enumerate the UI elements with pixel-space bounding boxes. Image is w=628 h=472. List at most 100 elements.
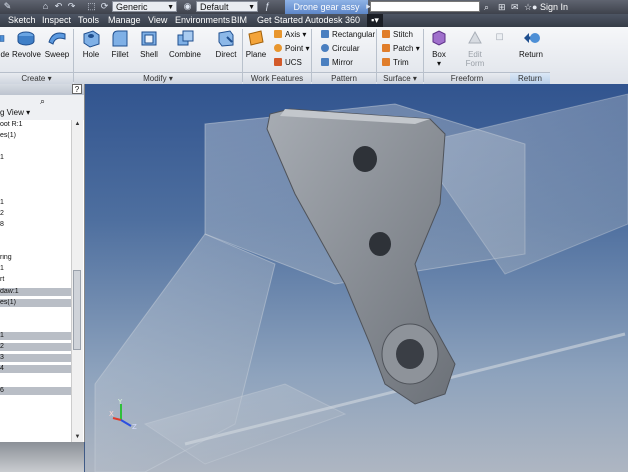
- return-button[interactable]: Return: [514, 28, 548, 59]
- extrude-button[interactable]: de: [0, 28, 10, 59]
- freeform-panel-title: Freeform: [424, 72, 510, 84]
- material-combo[interactable]: Default ▼: [196, 1, 258, 12]
- browser-tree-item[interactable]: 1: [0, 199, 71, 207]
- binoculars-icon[interactable]: ⌕: [484, 1, 489, 13]
- return-panel-title: Return: [510, 72, 550, 84]
- browser-tree-item[interactable]: 2: [0, 210, 71, 218]
- document-title-tab[interactable]: Drone gear assy: [285, 0, 368, 14]
- tab-bim[interactable]: BIM: [231, 14, 247, 27]
- tab-sketch[interactable]: Sketch: [8, 14, 36, 27]
- tab-tools[interactable]: Tools: [78, 14, 99, 27]
- browser-tree-item[interactable]: oot R:1: [0, 121, 71, 129]
- favorites-star-icon[interactable]: ☆: [524, 1, 532, 13]
- direct-edit-icon: [218, 30, 234, 47]
- tab-environments[interactable]: Environments: [175, 14, 230, 27]
- subscription-icon[interactable]: ⊞: [498, 1, 506, 13]
- appearance-combo[interactable]: Generic ▼: [112, 1, 177, 12]
- axis-button[interactable]: Axis ▾: [274, 29, 306, 41]
- rectangular-pattern-icon: [321, 30, 329, 38]
- scroll-down-arrow-icon[interactable]: ▼: [72, 433, 83, 442]
- browser-tree-item[interactable]: 3: [0, 354, 71, 363]
- triad-x-axis: [112, 417, 122, 421]
- triad-x-label: X: [109, 410, 114, 418]
- color-wheel-icon[interactable]: ◉: [182, 1, 193, 12]
- box-button[interactable]: Box ▾: [427, 28, 451, 68]
- redo-icon[interactable]: ↷: [66, 1, 77, 12]
- hole-button[interactable]: Hole: [79, 28, 103, 59]
- graphics-viewport[interactable]: Y X Z: [85, 84, 628, 472]
- view-triad[interactable]: Y X Z: [109, 396, 149, 436]
- browser-tree-item[interactable]: 1: [0, 154, 71, 162]
- tab-inspect[interactable]: Inspect: [42, 14, 71, 27]
- ucs-label: UCS: [285, 58, 302, 67]
- hole-label: Hole: [82, 50, 100, 59]
- ucs-button[interactable]: UCS: [274, 57, 302, 69]
- scroll-up-arrow-icon[interactable]: ▲: [72, 120, 83, 129]
- freeform-option-button[interactable]: [496, 28, 508, 50]
- sketch-icon[interactable]: ✎: [2, 1, 13, 12]
- create-panel-title[interactable]: Create ▾: [0, 72, 73, 84]
- browser-footer: [0, 442, 84, 472]
- mirror-button[interactable]: Mirror: [321, 57, 353, 69]
- browser-view-dropdown[interactable]: g View ▾: [0, 108, 30, 118]
- modify-panel-title[interactable]: Modify ▾: [74, 72, 242, 84]
- help-search-input[interactable]: [370, 1, 480, 12]
- browser-tree-item[interactable]: es(1): [0, 132, 71, 140]
- help-icon[interactable]: ?: [72, 84, 82, 94]
- browser-tree-item[interactable]: 6: [0, 387, 71, 396]
- fillet-button[interactable]: Fillet: [107, 28, 133, 59]
- browser-tree-item[interactable]: 8: [0, 221, 71, 229]
- undo-icon[interactable]: ↶: [53, 1, 64, 12]
- chevron-down-icon: ▼: [167, 4, 174, 11]
- tab-autodesk-360[interactable]: Autodesk 360: [305, 14, 360, 27]
- rectangular-pattern-button[interactable]: Rectangular: [321, 29, 375, 41]
- revolve-icon: [17, 31, 35, 46]
- browser-tree-item[interactable]: es(1): [0, 298, 71, 307]
- point-button[interactable]: Point ▾: [274, 43, 309, 55]
- shell-button[interactable]: Shell: [137, 28, 161, 59]
- tab-get-started[interactable]: Get Started: [257, 14, 303, 27]
- mirror-label: Mirror: [332, 58, 353, 67]
- stitch-icon: [382, 30, 390, 38]
- surface-panel-title[interactable]: Surface ▾: [377, 72, 423, 84]
- model-render[interactable]: [85, 84, 628, 472]
- home-icon[interactable]: ⌂: [40, 1, 51, 12]
- stitch-button[interactable]: Stitch: [382, 29, 413, 41]
- freeform-box-icon: [432, 30, 446, 46]
- update-icon[interactable]: ⟳: [99, 1, 110, 12]
- communication-icon[interactable]: ✉: [511, 1, 519, 13]
- trim-button[interactable]: Trim: [382, 57, 409, 69]
- combine-button[interactable]: Combine: [166, 28, 204, 59]
- ribbon: de Revolve Sweep Create ▾ Hole Fillet Sh…: [0, 27, 628, 85]
- revolve-button[interactable]: Revolve: [12, 28, 41, 59]
- browser-tree-item[interactable]: ring: [0, 254, 71, 262]
- work-features-panel-title: Work Features: [243, 72, 311, 84]
- direct-edit-button[interactable]: Direct: [212, 28, 240, 59]
- stitch-label: Stitch: [393, 30, 414, 39]
- browser-tree-item[interactable]: 1: [0, 331, 71, 340]
- browser-tree-item[interactable]: daw:1: [0, 287, 71, 296]
- plane-button[interactable]: Plane: [244, 28, 268, 59]
- select-icon[interactable]: ⬚: [86, 1, 97, 12]
- scroll-thumb[interactable]: [73, 270, 81, 350]
- sweep-icon: [48, 32, 66, 45]
- circular-pattern-button[interactable]: Circular: [321, 43, 360, 55]
- sweep-button[interactable]: Sweep: [44, 28, 70, 59]
- fx-icon[interactable]: ƒ: [262, 1, 273, 12]
- appearance-combo-value: Generic: [116, 2, 148, 12]
- browser-tree-item[interactable]: 1: [0, 265, 71, 273]
- browser-tree-item[interactable]: 4: [0, 365, 71, 374]
- tab-manage[interactable]: Manage: [108, 14, 141, 27]
- combine-icon: [177, 30, 194, 46]
- binoculars-icon[interactable]: ⌕: [40, 96, 45, 107]
- user-icon: ●: [532, 2, 538, 12]
- tab-overflow-button[interactable]: ▪▾: [367, 14, 383, 27]
- browser-tree-item[interactable]: 2: [0, 343, 71, 351]
- plane-icon: [248, 30, 264, 46]
- browser-tree-item[interactable]: rt: [0, 276, 71, 284]
- sign-in-link[interactable]: Sign In: [540, 0, 568, 14]
- tab-view[interactable]: View: [148, 14, 167, 27]
- edit-form-button[interactable]: Edit Form: [462, 28, 488, 68]
- browser-scrollbar[interactable]: ▲ ▼: [71, 120, 83, 442]
- patch-button[interactable]: Patch ▾: [382, 43, 420, 55]
